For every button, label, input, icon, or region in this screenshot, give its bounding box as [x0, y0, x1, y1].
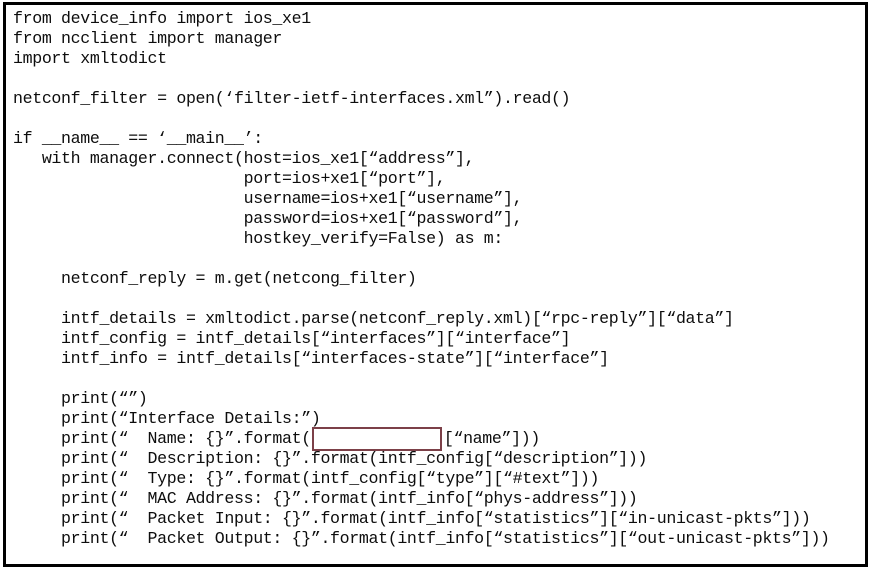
- code-line: port=ios+xe1[“port”],: [13, 169, 446, 188]
- code-line: from device_info import ios_xe1: [13, 9, 311, 28]
- code-text-after-blank: [“name”])): [443, 429, 540, 448]
- code-line: print(“ Packet Output: {}”.format(intf_i…: [13, 529, 830, 548]
- code-line: print(“Interface Details:”): [13, 409, 321, 428]
- code-window: from device_info import ios_xe1 from nccl…: [3, 2, 868, 567]
- code-line: with manager.connect(host=ios_xe1[“addre…: [13, 149, 475, 168]
- code-line: password=ios+xe1[“password”],: [13, 209, 523, 228]
- code-line: intf_details = xmltodict.parse(netconf_r…: [13, 309, 734, 328]
- code-line: intf_info = intf_details[“interfaces-sta…: [13, 349, 609, 368]
- code-line: username=ios+xe1[“username”],: [13, 189, 523, 208]
- code-line: print(“ Type: {}”.format(intf_config[“ty…: [13, 469, 600, 488]
- code-blank-answer-input[interactable]: [311, 427, 442, 451]
- code-line: print(“ MAC Address: {}”.format(intf_inf…: [13, 489, 638, 508]
- code-line: if __name__ == ‘__main__’:: [13, 129, 263, 148]
- code-line: print(“ Description: {}”.format(intf_con…: [13, 449, 648, 468]
- code-line: from ncclient import manager: [13, 29, 283, 48]
- code-line: import xmltodict: [13, 49, 167, 68]
- code-line: hostkey_verify=False) as m:: [13, 229, 504, 248]
- code-text-before-blank: print(“ Name: {}”.format(: [13, 429, 311, 448]
- code-line: netconf_filter = open(‘filter-ietf-inter…: [13, 89, 571, 108]
- code-line: print(“”): [13, 389, 148, 408]
- code-listing: from device_info import ios_xe1 from nccl…: [6, 5, 865, 564]
- code-line: netconf_reply = m.get(netcong_filter): [13, 269, 417, 288]
- code-line: intf_config = intf_details[“interfaces”]…: [13, 329, 571, 348]
- code-line: print(“ Name: {}”.format( [“name”])): [13, 427, 865, 451]
- code-line: print(“ Packet Input: {}”.format(intf_in…: [13, 509, 811, 528]
